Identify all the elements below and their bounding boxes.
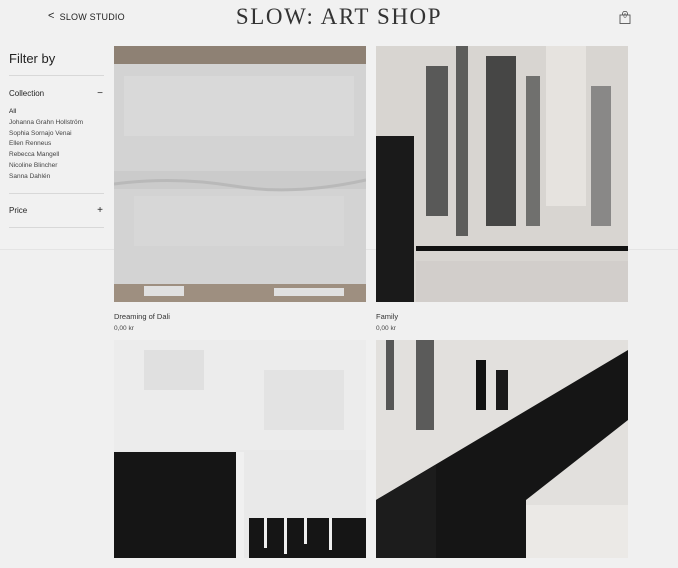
cart-button[interactable]: 0 — [619, 11, 631, 24]
filter-title: Filter by — [9, 51, 56, 66]
plus-icon: + — [97, 205, 103, 217]
product-price: 0,00 kr — [114, 325, 134, 332]
price-label: Price — [9, 206, 28, 216]
collection-label: Collection — [9, 88, 45, 98]
product-name[interactable]: Family — [376, 312, 628, 321]
collection-item[interactable]: Sanna Dahlén — [9, 172, 104, 183]
price-toggle[interactable]: Price + — [9, 205, 104, 217]
collection-toggle[interactable]: Collection − — [9, 87, 104, 99]
minus-icon: − — [97, 87, 103, 99]
price-filter: Price + — [9, 194, 104, 227]
collection-list: All Johanna Grahn Hollström Sophia Sorna… — [9, 107, 104, 193]
product-price: 0,00 kr — [376, 325, 396, 332]
collection-item[interactable]: Nicoline Blincher — [9, 161, 104, 172]
collection-item[interactable]: Rebecca Mangell — [9, 150, 104, 161]
product-card — [376, 340, 628, 558]
product-image[interactable] — [114, 340, 366, 558]
product-card: Dreaming of Dali 0,00 kr — [114, 46, 366, 332]
collection-item[interactable]: Sophia Sornajo Venai — [9, 129, 104, 140]
cart-count: 0 — [623, 14, 627, 20]
divider — [9, 226, 104, 228]
collection-item[interactable]: Johanna Grahn Hollström — [9, 118, 104, 129]
product-image[interactable] — [376, 340, 628, 558]
collection-item-all[interactable]: All — [9, 107, 104, 118]
product-name[interactable]: Dreaming of Dali — [114, 312, 366, 321]
filter-sidebar: Filter by Collection − All Johanna Grahn… — [9, 46, 104, 228]
product-card — [114, 340, 366, 558]
site-title: SLOW: ART SHOP — [235, 4, 443, 29]
product-image[interactable] — [376, 46, 628, 302]
collection-filter: Collection − All Johanna Grahn Hollström… — [9, 76, 104, 193]
site-header: < SLOW STUDIO SLOW: ART SHOP 0 — [0, 0, 678, 40]
collection-item[interactable]: Ellen Renneus — [9, 139, 104, 150]
product-card: Family 0,00 kr — [376, 46, 628, 332]
product-image[interactable] — [114, 46, 366, 302]
